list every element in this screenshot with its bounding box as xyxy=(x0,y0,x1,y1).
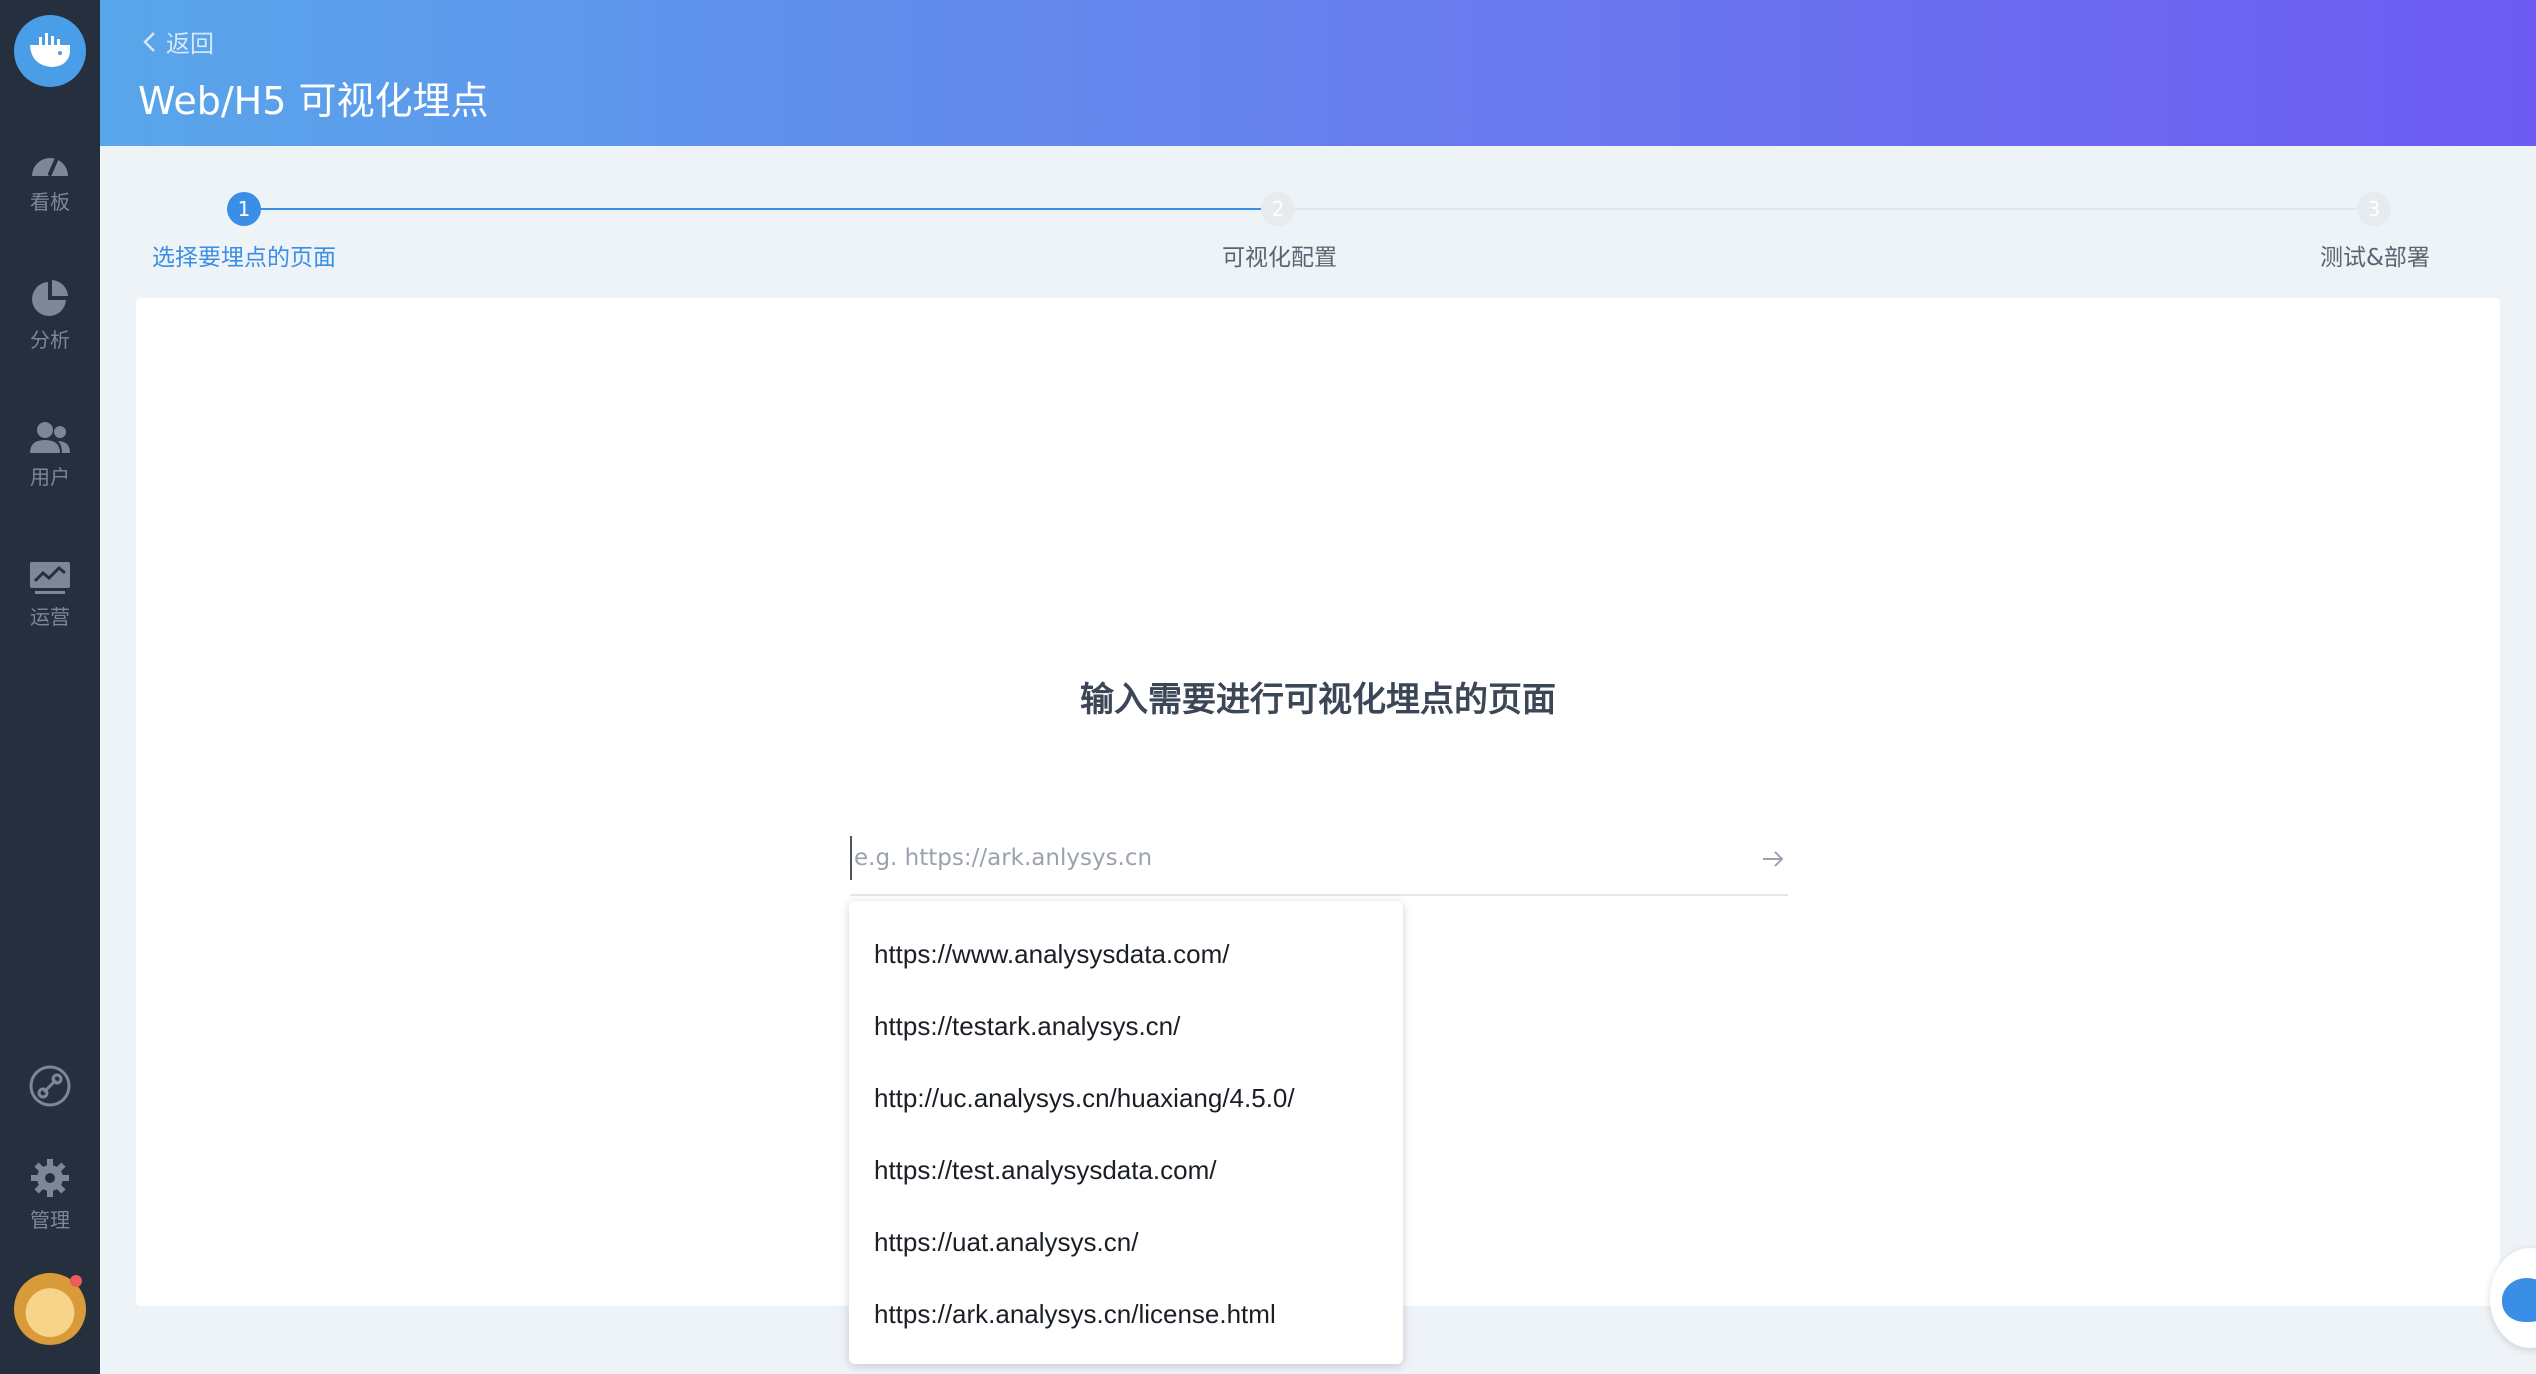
back-label: 返回 xyxy=(166,30,214,58)
sidebar-item-operations[interactable]: 运营 xyxy=(0,545,100,645)
whale-logo-icon xyxy=(30,33,70,67)
sidebar-item-label: 分析 xyxy=(30,327,70,352)
avatar[interactable] xyxy=(14,1273,86,1345)
step-1-label: 选择要埋点的页面 xyxy=(152,245,336,271)
back-button[interactable]: 返回 xyxy=(142,24,214,59)
suggestion-item[interactable]: https://testark.analysys.cn/ xyxy=(849,1001,1403,1073)
sidebar-item-analysis[interactable]: 分析 xyxy=(0,265,100,365)
sidebar-item-label: 看板 xyxy=(30,189,70,214)
link-icon xyxy=(29,1065,71,1107)
suggestion-item[interactable]: https://ark.analysys.cn/license.html xyxy=(849,1289,1403,1361)
step-line-pending xyxy=(1278,208,2374,210)
app-root: 看板 分析 用户 运营 管理 返回 Web/H5 可视化埋点 1 选择要埋点的页… xyxy=(0,0,2536,1374)
page-header: 返回 Web/H5 可视化埋点 xyxy=(100,0,2536,146)
dashboard-icon xyxy=(32,155,68,176)
suggestion-item[interactable]: http://uc.analysys.cn/huaxiang/4.5.0/ xyxy=(849,1073,1403,1145)
step-line-completed xyxy=(244,208,1278,210)
suggestion-item[interactable]: https://test.analysysdata.com/ xyxy=(849,1145,1403,1217)
arrow-right-icon[interactable] xyxy=(1758,844,1788,874)
suggestion-item[interactable]: https://uat.analysys.cn/ xyxy=(849,1217,1403,1289)
step-3-label: 测试&部署 xyxy=(2320,245,2430,271)
chevron-left-icon xyxy=(143,31,155,52)
sidebar-item-label: 管理 xyxy=(30,1207,70,1232)
suggestion-item[interactable]: https://www.analysysdata.com/ xyxy=(849,929,1403,1001)
step-2-label: 可视化配置 xyxy=(1222,245,1337,271)
monitor-icon xyxy=(30,561,70,594)
sidebar-item-label: 运营 xyxy=(30,604,70,629)
notification-dot xyxy=(70,1275,82,1287)
url-suggestion-dropdown: https://www.analysysdata.com/ https://te… xyxy=(849,901,1403,1364)
sidebar-item-users[interactable]: 用户 xyxy=(0,405,100,505)
page-title: Web/H5 可视化埋点 xyxy=(138,79,489,123)
sidebar-item-dashboard[interactable]: 看板 xyxy=(0,130,100,230)
sidebar-item-link[interactable] xyxy=(0,1036,100,1136)
logo[interactable] xyxy=(14,15,86,87)
sidebar-item-label: 用户 xyxy=(30,464,70,489)
step-2-number: 2 xyxy=(1261,192,1295,226)
url-prompt-heading: 输入需要进行可视化埋点的页面 xyxy=(1080,680,1556,720)
sidebar: 看板 分析 用户 运营 管理 xyxy=(0,0,100,1374)
users-icon xyxy=(30,421,70,453)
step-1-number: 1 xyxy=(227,192,261,226)
pie-chart-icon xyxy=(32,279,68,316)
gear-icon xyxy=(31,1158,69,1197)
step-progress: 1 选择要埋点的页面 2 可视化配置 3 测试&部署 xyxy=(100,146,2536,296)
whale-mascot-icon xyxy=(2502,1278,2536,1322)
url-input-wrapper xyxy=(850,830,1788,896)
url-input[interactable] xyxy=(850,836,1730,880)
step-3-number: 3 xyxy=(2357,192,2391,226)
sidebar-item-manage[interactable]: 管理 xyxy=(0,1145,100,1245)
